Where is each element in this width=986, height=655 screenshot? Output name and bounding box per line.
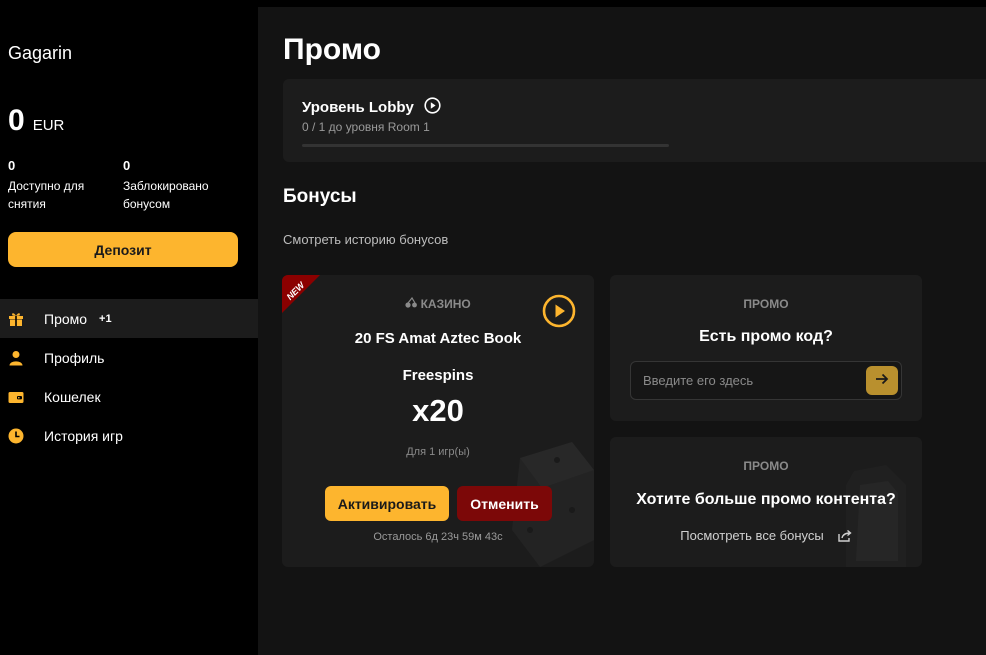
bonus-games: Для 1 игр(ы) <box>406 446 470 458</box>
promo-label: ПРОМО <box>743 459 789 473</box>
phone-image <box>846 465 906 567</box>
clock-icon <box>8 428 24 444</box>
bonus-multiplier: x20 <box>412 393 464 428</box>
available-label: Доступно для снятия <box>8 179 85 211</box>
submit-promo-button[interactable] <box>866 366 898 395</box>
bonus-time-left: Осталось 6д 23ч 59м 43с <box>373 531 503 543</box>
locked-value: 0 <box>123 158 131 173</box>
sidebar-item-label: История игр <box>44 427 123 444</box>
sidebar: Gagarin 0 EUR 0 Доступно для снятия 0 За… <box>0 7 258 655</box>
all-bonuses-link-text: Посмотреть все бонусы <box>680 528 824 543</box>
bonuses-title: Бонусы <box>283 186 357 207</box>
sidebar-item-label: Кошелек <box>44 388 101 405</box>
promo-count-badge: +1 <box>99 312 112 325</box>
bonus-name: 20 FS Amat Aztec Book <box>354 330 522 347</box>
available-value: 0 <box>8 158 16 173</box>
sidebar-item-game-history[interactable]: История игр <box>0 416 258 455</box>
more-promo-heading: Хотите больше промо контента? <box>636 491 896 508</box>
play-circle-icon[interactable] <box>424 97 441 118</box>
cancel-button[interactable]: Отменить <box>457 486 552 521</box>
all-bonuses-link[interactable]: Посмотреть все бонусы <box>610 528 922 543</box>
balance-amount: 0 <box>8 104 25 137</box>
sidebar-item-profile[interactable]: Профиль <box>0 338 258 377</box>
promo-code-heading: Есть промо код? <box>699 328 833 345</box>
external-link-icon <box>838 529 852 542</box>
promo-code-field <box>630 361 902 400</box>
activate-button[interactable]: Активировать <box>325 486 449 521</box>
balance-currency: EUR <box>32 117 65 134</box>
locked-stat: 0 Заблокировано бонусом <box>123 157 233 213</box>
level-progress-bar <box>302 144 669 147</box>
promo-code-input[interactable] <box>631 362 851 399</box>
deposit-button[interactable]: Депозит <box>8 232 238 267</box>
sidebar-nav: Промо +1 Профиль Кошелек История игр <box>0 299 258 455</box>
bonus-history-link[interactable]: Смотреть историю бонусов <box>283 232 448 247</box>
gift-icon <box>8 311 24 327</box>
sidebar-item-label: Промо <box>44 310 88 327</box>
balance: 0 EUR <box>8 104 64 138</box>
promo-code-card: ПРОМО Есть промо код? <box>610 275 922 421</box>
sidebar-item-wallet[interactable]: Кошелек <box>0 377 258 416</box>
level-title-text: Уровень Lobby <box>302 99 414 116</box>
sidebar-item-promo[interactable]: Промо +1 <box>0 299 258 338</box>
top-bar <box>0 0 986 7</box>
level-card: Уровень Lobby 0 / 1 до уровня Room 1 <box>283 79 986 162</box>
bonus-card: NEW КАЗИНО 20 FS Amat Aztec Book Freespi… <box>282 275 594 567</box>
cherry-icon <box>405 296 420 311</box>
level-subtitle: 0 / 1 до уровня Room 1 <box>302 120 430 134</box>
username: Gagarin <box>8 43 73 63</box>
promo-label: ПРОМО <box>743 297 789 311</box>
available-stat: 0 Доступно для снятия <box>8 157 118 213</box>
level-title: Уровень Lobby <box>302 97 441 118</box>
wallet-icon <box>8 389 24 405</box>
play-circle-icon[interactable] <box>542 294 576 333</box>
arrow-right-icon <box>875 372 889 390</box>
bonus-type: Freespins <box>402 367 474 384</box>
bonus-category-text: КАЗИНО <box>420 297 471 311</box>
more-promo-card: ПРОМО Хотите больше промо контента? Посм… <box>610 437 922 567</box>
locked-label: Заблокировано бонусом <box>123 179 209 211</box>
user-icon <box>8 350 24 366</box>
sidebar-item-label: Профиль <box>44 349 105 366</box>
page-title: Промо <box>283 33 381 66</box>
